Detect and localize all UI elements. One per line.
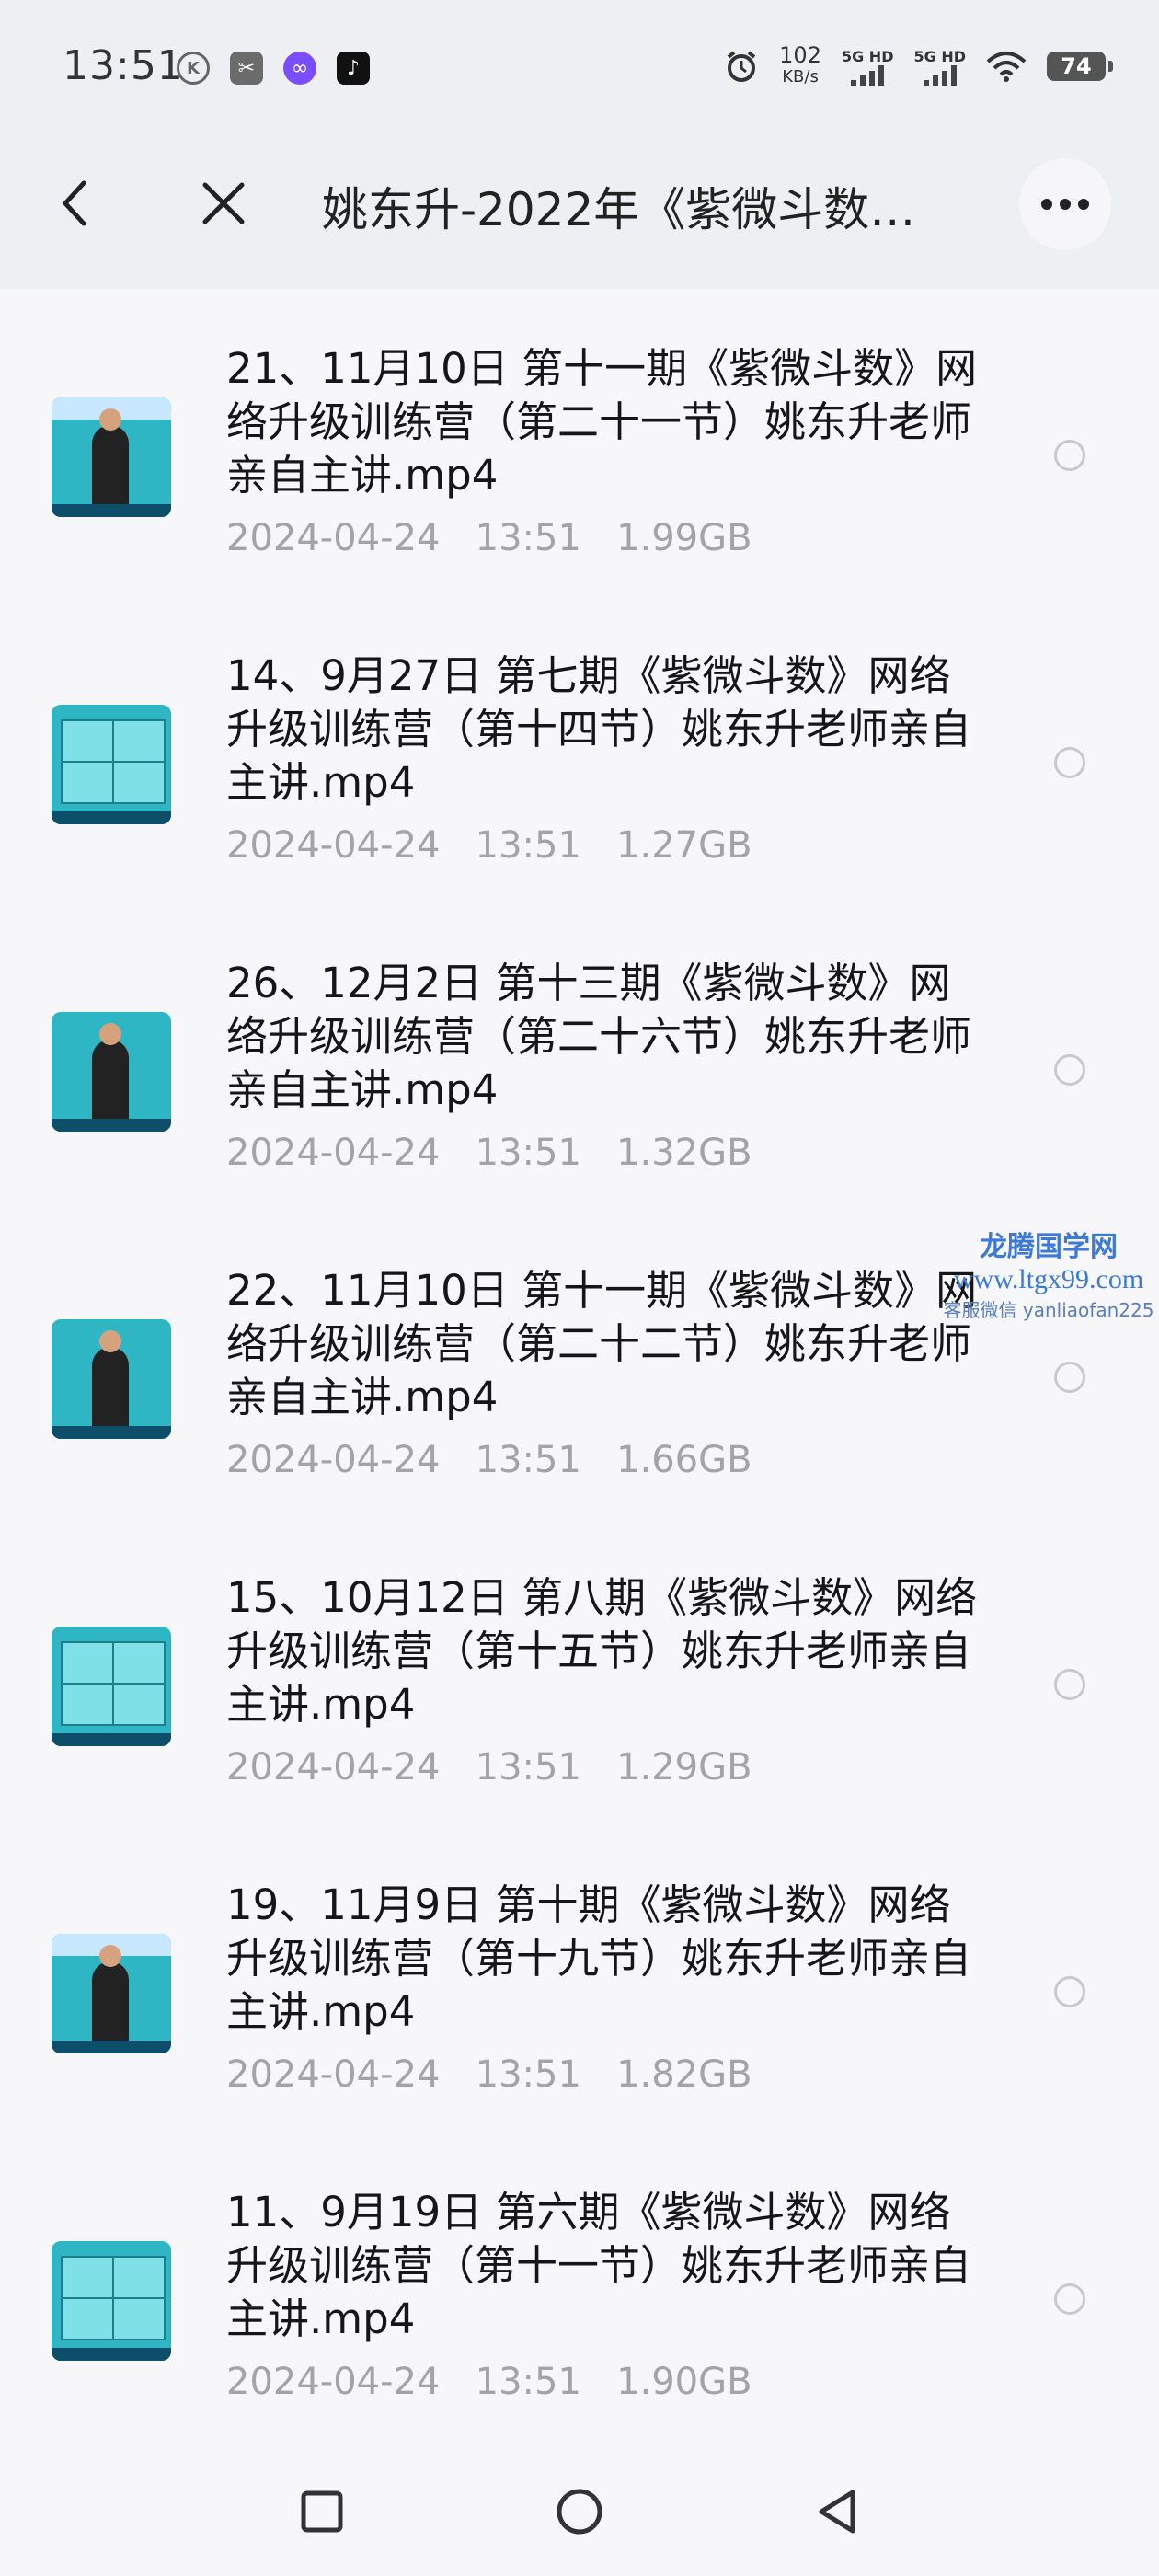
speed-unit: KB/s xyxy=(782,67,819,86)
nav-back-button[interactable] xyxy=(809,2484,865,2539)
file-name: 26、12月2日 第十三期《紫微斗数》网络升级训练营（第二十六节）姚东升老师亲自… xyxy=(226,959,972,1114)
file-size: 1.29GB xyxy=(616,1746,752,1788)
file-date: 2024-04-24 xyxy=(226,1439,441,1481)
file-meta: 2024-04-24 13:51 1.32GB xyxy=(226,1132,752,1174)
network-speed: 102 KB/s xyxy=(779,44,821,88)
circle-icon xyxy=(557,2489,602,2535)
list-item[interactable]: 11、9月19日 第六期《紫微斗数》网络升级训练营（第十一节）姚东升老师亲自主讲… xyxy=(0,2133,1159,2440)
file-name: 15、10月12日 第八期《紫微斗数》网络升级训练营（第十五节）姚东升老师亲自主… xyxy=(226,1573,978,1729)
file-size: 1.66GB xyxy=(616,1439,752,1481)
video-thumbnail xyxy=(52,1627,171,1746)
file-size: 1.90GB xyxy=(616,2361,752,2403)
triangle-back-icon xyxy=(819,2490,855,2534)
status-right: 102 KB/s 5G HD 5G HD 74 xyxy=(724,44,1113,88)
video-thumbnail xyxy=(52,1934,171,2053)
battery-icon: 74 xyxy=(1047,52,1113,81)
tiktok-app-icon: ♪ xyxy=(337,52,370,85)
sim1-label: 5G HD xyxy=(841,47,894,65)
video-thumbnail xyxy=(52,705,171,824)
page-title: 姚东升-2022年《紫微斗数… xyxy=(322,183,916,236)
more-button[interactable] xyxy=(1019,158,1111,250)
watermark-contact: 客服微信 yanliaofan225 xyxy=(943,1299,1154,1321)
speed-value: 102 xyxy=(779,42,821,68)
file-list: 21、11月10日 第十一期《紫微斗数》网络升级训练营（第二十一节）姚东升老师亲… xyxy=(0,289,1159,2440)
list-item[interactable]: 26、12月2日 第十三期《紫微斗数》网络升级训练营（第二十六节）姚东升老师亲自… xyxy=(0,903,1159,1211)
file-date: 2024-04-24 xyxy=(226,2053,441,2096)
file-time: 13:51 xyxy=(475,1439,581,1481)
watermark-url: www.ltgx99.com xyxy=(953,1264,1144,1294)
file-date: 2024-04-24 xyxy=(226,1132,441,1174)
watermark: 龙腾国学网 www.ltgx99.com 客服微信 yanliaofan225 xyxy=(938,1224,1159,1322)
select-radio[interactable] xyxy=(1054,1976,1085,2007)
list-item[interactable]: 19、11月9日 第十期《紫微斗数》网络升级训练营（第十九节）姚东升老师亲自主讲… xyxy=(0,1825,1159,2133)
file-date: 2024-04-24 xyxy=(226,2361,441,2403)
file-meta: 2024-04-24 13:51 1.27GB xyxy=(226,824,752,867)
file-date: 2024-04-24 xyxy=(226,1746,441,1788)
status-time: 13:51 xyxy=(63,42,184,89)
alarm-icon xyxy=(727,51,756,82)
recent-apps-button[interactable] xyxy=(294,2484,350,2539)
title-bar: 姚东升-2022年《紫微斗数… xyxy=(0,118,1159,289)
sim2-signal: 5G HD xyxy=(913,48,966,86)
select-radio[interactable] xyxy=(1054,1669,1085,1700)
chevron-left-icon xyxy=(63,180,86,226)
list-item[interactable]: 21、11月10日 第十一期《紫微斗数》网络升级训练营（第二十一节）姚东升老师亲… xyxy=(0,289,1159,596)
file-name: 19、11月9日 第十期《紫微斗数》网络升级训练营（第十九节）姚东升老师亲自主讲… xyxy=(226,1880,972,2036)
file-time: 13:51 xyxy=(475,2053,581,2096)
video-thumbnail xyxy=(52,1319,171,1439)
file-name: 21、11月10日 第十一期《紫微斗数》网络升级训练营（第二十一节）姚东升老师亲… xyxy=(226,344,978,500)
file-time: 13:51 xyxy=(475,1132,581,1174)
signal-bars-icon xyxy=(851,64,885,86)
list-item[interactable]: 14、9月27日 第七期《紫微斗数》网络升级训练营（第十四节）姚东升老师亲自主讲… xyxy=(0,596,1159,903)
status-bar: 13:51 K ✂ ∞ ♪ 102 KB/s 5G HD 5G HD 74 xyxy=(0,0,1159,118)
file-size: 1.99GB xyxy=(616,517,752,559)
video-thumbnail xyxy=(52,1012,171,1132)
square-icon xyxy=(301,2490,343,2533)
close-icon xyxy=(202,182,245,224)
file-time: 13:51 xyxy=(475,1746,581,1788)
file-name: 11、9月19日 第六期《紫微斗数》网络升级训练营（第十一节）姚东升老师亲自主讲… xyxy=(226,2188,972,2343)
file-date: 2024-04-24 xyxy=(226,517,441,559)
file-time: 13:51 xyxy=(475,517,581,559)
sim1-signal: 5G HD xyxy=(841,47,894,86)
file-date: 2024-04-24 xyxy=(226,824,441,867)
select-radio[interactable] xyxy=(1054,1054,1085,1086)
k-app-icon: K xyxy=(177,52,210,85)
file-name: 14、9月27日 第七期《紫微斗数》网络升级训练营（第十四节）姚东升老师亲自主讲… xyxy=(226,651,972,807)
select-radio[interactable] xyxy=(1054,2283,1085,2315)
file-meta: 2024-04-24 13:51 1.82GB xyxy=(226,2053,752,2096)
select-radio[interactable] xyxy=(1054,747,1085,778)
watermark-site-name: 龙腾国学网 xyxy=(980,1231,1118,1263)
video-thumbnail xyxy=(52,397,171,517)
system-nav-bar xyxy=(0,2429,1159,2576)
more-dots-icon xyxy=(1038,199,1093,210)
file-meta: 2024-04-24 13:51 1.66GB xyxy=(226,1439,752,1481)
file-size: 1.32GB xyxy=(616,1132,752,1174)
back-button[interactable] xyxy=(33,162,116,245)
file-name: 22、11月10日 第十一期《紫微斗数》网络升级训练营（第二十二节）姚东升老师亲… xyxy=(226,1266,978,1421)
file-time: 13:51 xyxy=(475,2361,581,2403)
wifi-icon xyxy=(986,52,1027,82)
select-radio[interactable] xyxy=(1054,1362,1085,1393)
file-size: 1.27GB xyxy=(616,824,752,867)
video-thumbnail xyxy=(52,2241,171,2361)
list-item[interactable]: 15、10月12日 第八期《紫微斗数》网络升级训练营（第十五节）姚东升老师亲自主… xyxy=(0,1518,1159,1825)
file-meta: 2024-04-24 13:51 1.29GB xyxy=(226,1746,752,1788)
home-button[interactable] xyxy=(552,2484,607,2539)
link-app-icon: ∞ xyxy=(283,52,316,85)
file-time: 13:51 xyxy=(475,824,581,867)
notification-icons: K ✂ ∞ ♪ xyxy=(177,52,370,85)
close-button[interactable] xyxy=(182,162,265,245)
sim2-label: 5G HD xyxy=(913,47,966,65)
file-meta: 2024-04-24 13:51 1.99GB xyxy=(226,517,752,559)
file-size: 1.82GB xyxy=(616,2053,752,2096)
signal-bars-icon xyxy=(923,64,957,86)
scissors-app-icon: ✂ xyxy=(230,52,263,85)
file-meta: 2024-04-24 13:51 1.90GB xyxy=(226,2361,752,2403)
select-radio[interactable] xyxy=(1054,440,1085,471)
